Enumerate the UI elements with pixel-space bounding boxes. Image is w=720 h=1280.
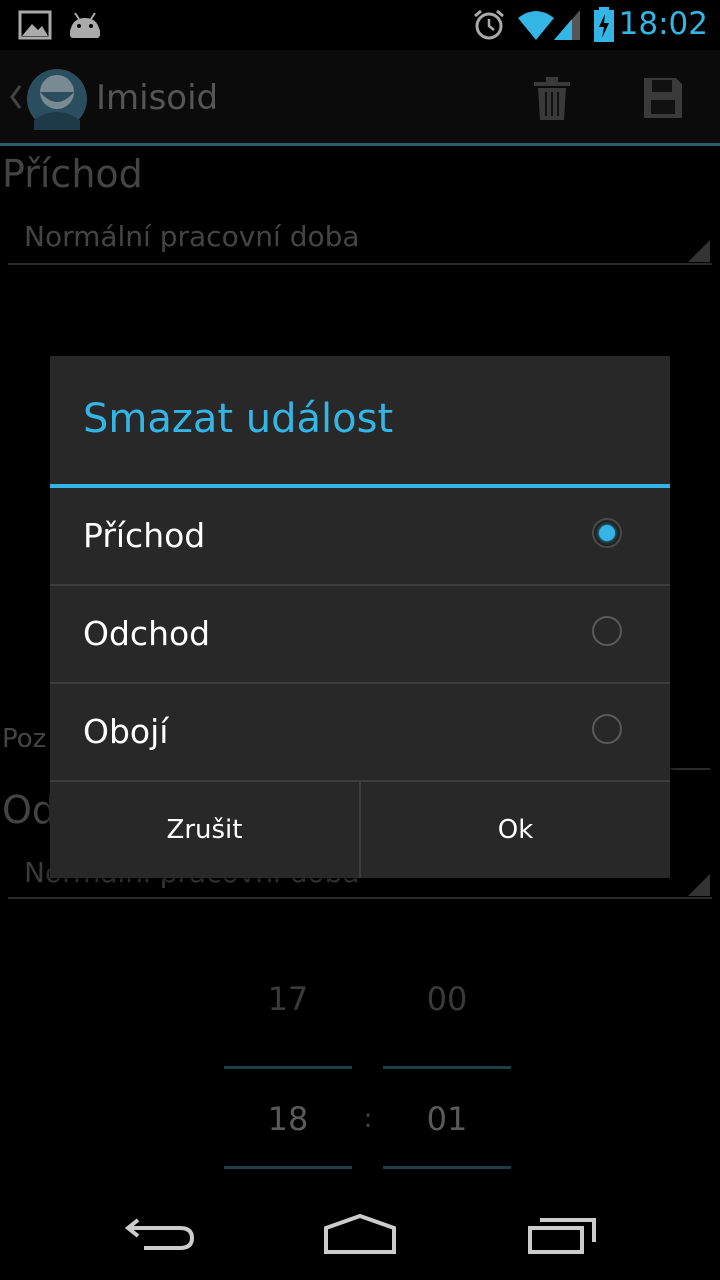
app-title: Imisoid bbox=[96, 78, 219, 118]
option-odchod[interactable]: Odchod bbox=[50, 586, 670, 682]
spinner-arrow-icon bbox=[688, 240, 710, 262]
note-underline bbox=[670, 768, 710, 770]
recents-icon[interactable] bbox=[526, 1214, 598, 1256]
minute-value[interactable]: 01 bbox=[383, 1100, 511, 1138]
save-icon[interactable] bbox=[642, 76, 684, 120]
picture-icon bbox=[18, 10, 52, 40]
signal-icon bbox=[554, 10, 580, 40]
spinner-underline bbox=[8, 263, 712, 265]
android-icon bbox=[70, 12, 100, 38]
option-label: Příchod bbox=[83, 516, 206, 555]
option-label: Obojí bbox=[83, 712, 169, 751]
home-icon[interactable] bbox=[322, 1212, 398, 1256]
navigation-bar bbox=[0, 1184, 720, 1280]
hour-divider-top bbox=[224, 1066, 352, 1069]
note-label: Poz bbox=[2, 724, 47, 754]
hour-prev[interactable]: 17 bbox=[224, 980, 352, 1018]
option-prichod[interactable]: Příchod bbox=[50, 488, 670, 584]
wifi-icon bbox=[518, 11, 554, 40]
trash-icon[interactable] bbox=[532, 74, 572, 122]
battery-charging-icon bbox=[594, 7, 614, 42]
action-bar-divider bbox=[0, 143, 720, 146]
minute-divider-bottom bbox=[383, 1166, 511, 1169]
radio-unselected-icon[interactable] bbox=[592, 616, 622, 646]
chevron-left-icon[interactable] bbox=[8, 84, 24, 110]
minute-divider-top bbox=[383, 1066, 511, 1069]
hour-value[interactable]: 18 bbox=[224, 1100, 352, 1138]
minute-prev[interactable]: 00 bbox=[383, 980, 511, 1018]
back-icon[interactable] bbox=[124, 1214, 196, 1254]
spinner2-underline bbox=[8, 897, 712, 899]
section2-title: Od bbox=[2, 788, 57, 832]
radio-unselected-icon[interactable] bbox=[592, 714, 622, 744]
delete-event-dialog: Smazat událost Příchod Odchod Obojí Zruš… bbox=[50, 356, 670, 878]
section1-title: Příchod bbox=[2, 152, 143, 196]
cancel-button[interactable]: Zrušit bbox=[50, 782, 359, 878]
avatar-icon[interactable] bbox=[26, 68, 88, 130]
status-bar: 18:02 bbox=[0, 0, 720, 50]
radio-selected-icon[interactable] bbox=[592, 518, 622, 548]
alarm-icon bbox=[474, 9, 504, 40]
ok-button[interactable]: Ok bbox=[361, 782, 670, 878]
option-oboji[interactable]: Obojí bbox=[50, 684, 670, 780]
spinner2-arrow-icon bbox=[688, 874, 710, 896]
action-bar: Imisoid bbox=[0, 50, 720, 144]
option-label: Odchod bbox=[83, 614, 211, 653]
time-separator: : bbox=[363, 1104, 373, 1134]
dialog-title: Smazat událost bbox=[83, 396, 394, 442]
section1-spinner[interactable]: Normální pracovní doba bbox=[24, 220, 360, 253]
status-time: 18:02 bbox=[618, 6, 708, 42]
hour-divider-bottom bbox=[224, 1166, 352, 1169]
